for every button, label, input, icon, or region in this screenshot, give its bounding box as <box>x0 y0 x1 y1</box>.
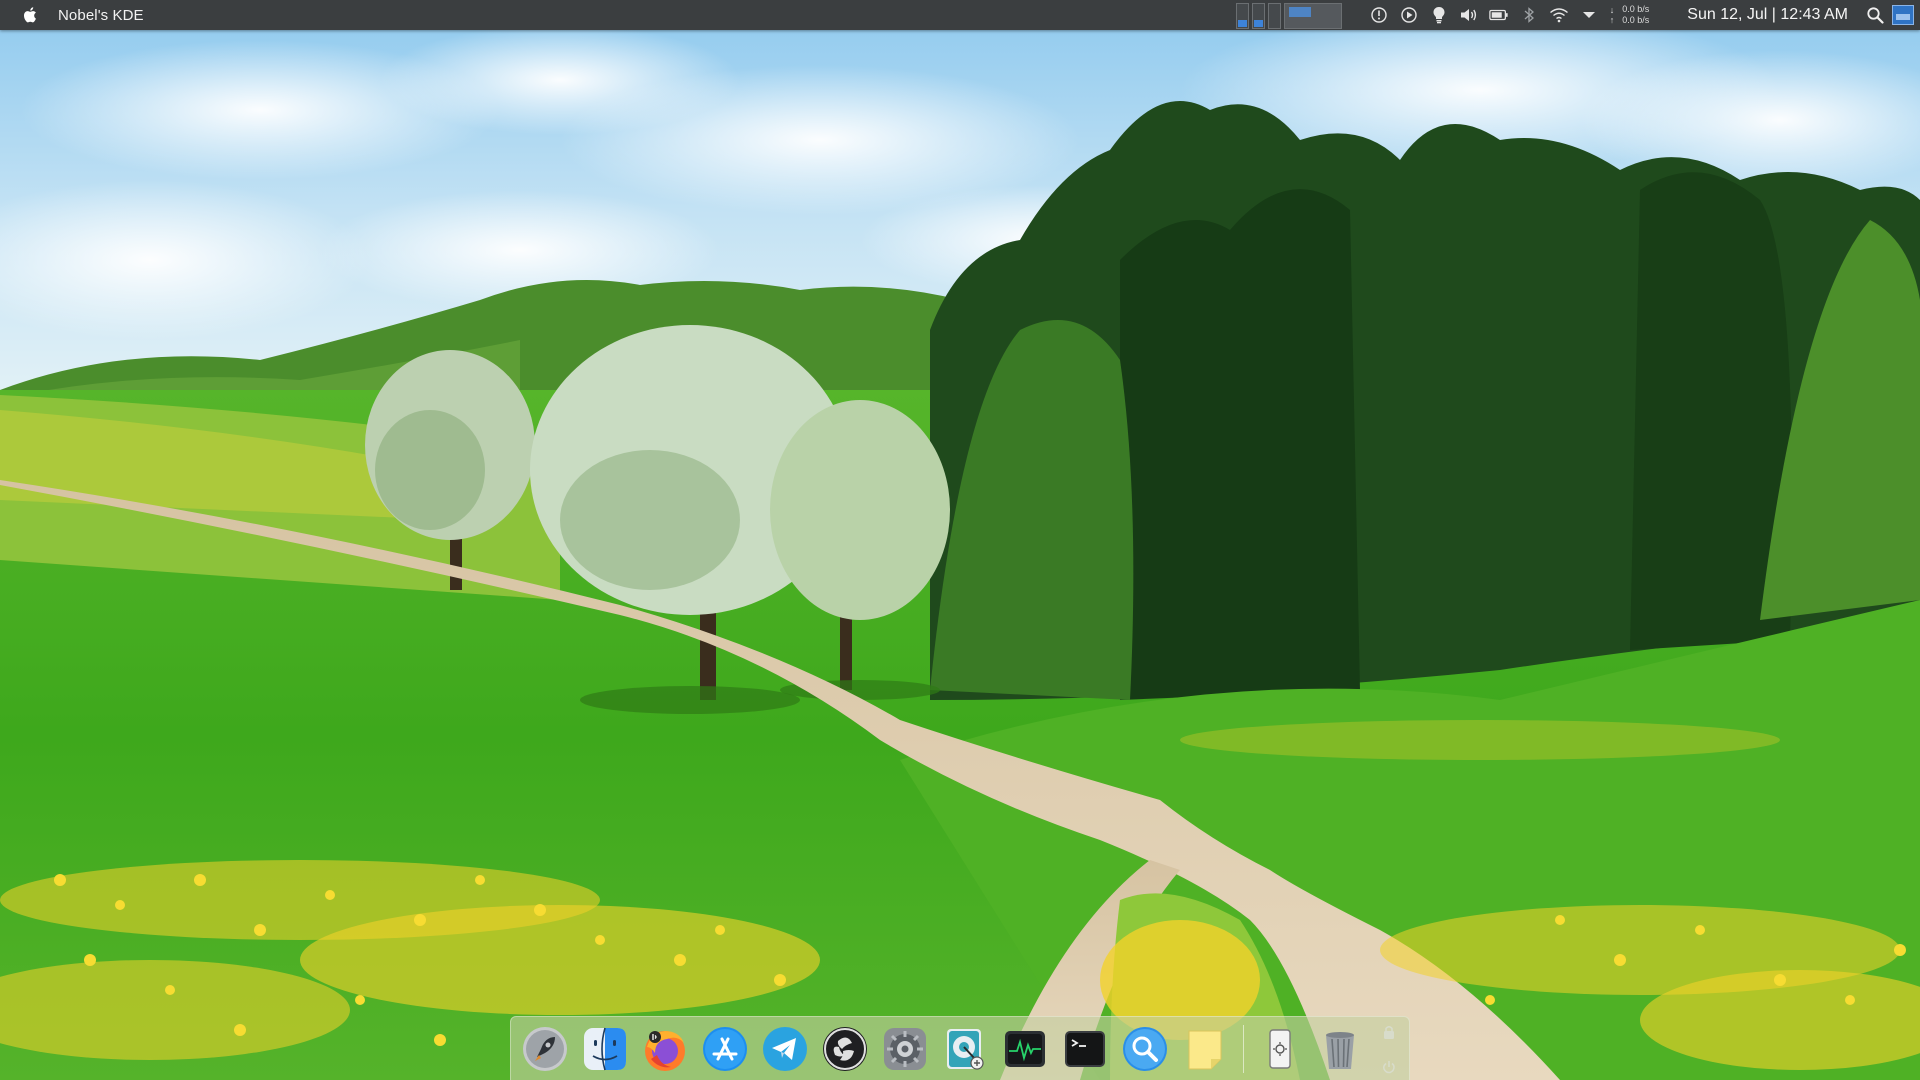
lightbulb-icon[interactable] <box>1429 4 1449 26</box>
firefox-icon[interactable] <box>639 1023 691 1075</box>
top-panel-left: Nobel's KDE <box>0 0 144 30</box>
lock-screen-icon[interactable] <box>1382 1024 1396 1040</box>
info-icon[interactable] <box>1369 4 1389 26</box>
notes-icon[interactable] <box>1179 1023 1231 1075</box>
volume-icon[interactable] <box>1459 4 1479 26</box>
bluetooth-icon[interactable] <box>1519 4 1539 26</box>
wifi-icon[interactable] <box>1549 4 1569 26</box>
dock-separator <box>1243 1024 1244 1073</box>
trash-icon[interactable] <box>1314 1023 1366 1075</box>
download-speed: 0.0 b/s <box>1622 4 1650 14</box>
virtual-desktop-pager <box>1235 1 1342 29</box>
obs-studio-icon[interactable] <box>819 1023 871 1075</box>
dock <box>510 1016 1410 1080</box>
telegram-icon[interactable] <box>759 1023 811 1075</box>
upload-speed: 0.0 b/s <box>1622 15 1650 25</box>
media-player-icon[interactable] <box>1399 4 1419 26</box>
search-icon[interactable] <box>1864 2 1886 28</box>
expand-tray-icon[interactable] <box>1579 4 1599 26</box>
launchpad-rocket-icon[interactable] <box>519 1023 571 1075</box>
top-panel-right: ↓ ↑ 0.0 b/s 0.0 b/s Sun 12, Jul | 12:43 … <box>1235 0 1920 30</box>
desktop-wallpaper <box>0 0 1920 1080</box>
download-arrow: ↓ <box>1609 5 1615 15</box>
terminal-icon[interactable] <box>1059 1023 1111 1075</box>
power-icon[interactable] <box>1382 1060 1396 1074</box>
clock[interactable]: Sun 12, Jul | 12:43 AM <box>1687 6 1848 24</box>
show-desktop-button[interactable] <box>1892 5 1914 25</box>
pager-window-thumb <box>1288 7 1311 17</box>
dock-mini-controls <box>1382 1024 1396 1074</box>
apple-logo-icon <box>23 7 36 23</box>
virtual-desktop-3[interactable] <box>1267 3 1281 29</box>
battery-icon[interactable] <box>1489 4 1509 26</box>
virtual-desktop-2[interactable] <box>1251 3 1265 29</box>
network-speed-widget[interactable]: ↓ ↑ 0.0 b/s 0.0 b/s <box>1610 4 1650 26</box>
network-direction-arrows: ↓ ↑ <box>1610 5 1615 25</box>
apple-menu-button[interactable] <box>18 0 44 30</box>
app-store-icon[interactable] <box>699 1023 751 1075</box>
system-settings-icon[interactable] <box>879 1023 931 1075</box>
search-app-icon[interactable] <box>1119 1023 1171 1075</box>
virtual-desktop-4[interactable] <box>1283 3 1342 29</box>
active-app-name[interactable]: Nobel's KDE <box>58 7 144 24</box>
activity-monitor-icon[interactable] <box>999 1023 1051 1075</box>
finder-icon[interactable] <box>579 1023 631 1075</box>
screenshot-tool-icon[interactable] <box>1254 1023 1306 1075</box>
virtual-desktop-1[interactable] <box>1235 3 1249 29</box>
disk-utility-icon[interactable] <box>939 1023 991 1075</box>
top-panel: Nobel's KDE ↓ ↑ 0.0 b/s 0.0 b/s Sun 12, … <box>0 0 1920 30</box>
upload-arrow: ↑ <box>1609 15 1615 25</box>
network-speed-values: 0.0 b/s 0.0 b/s <box>1622 4 1649 26</box>
